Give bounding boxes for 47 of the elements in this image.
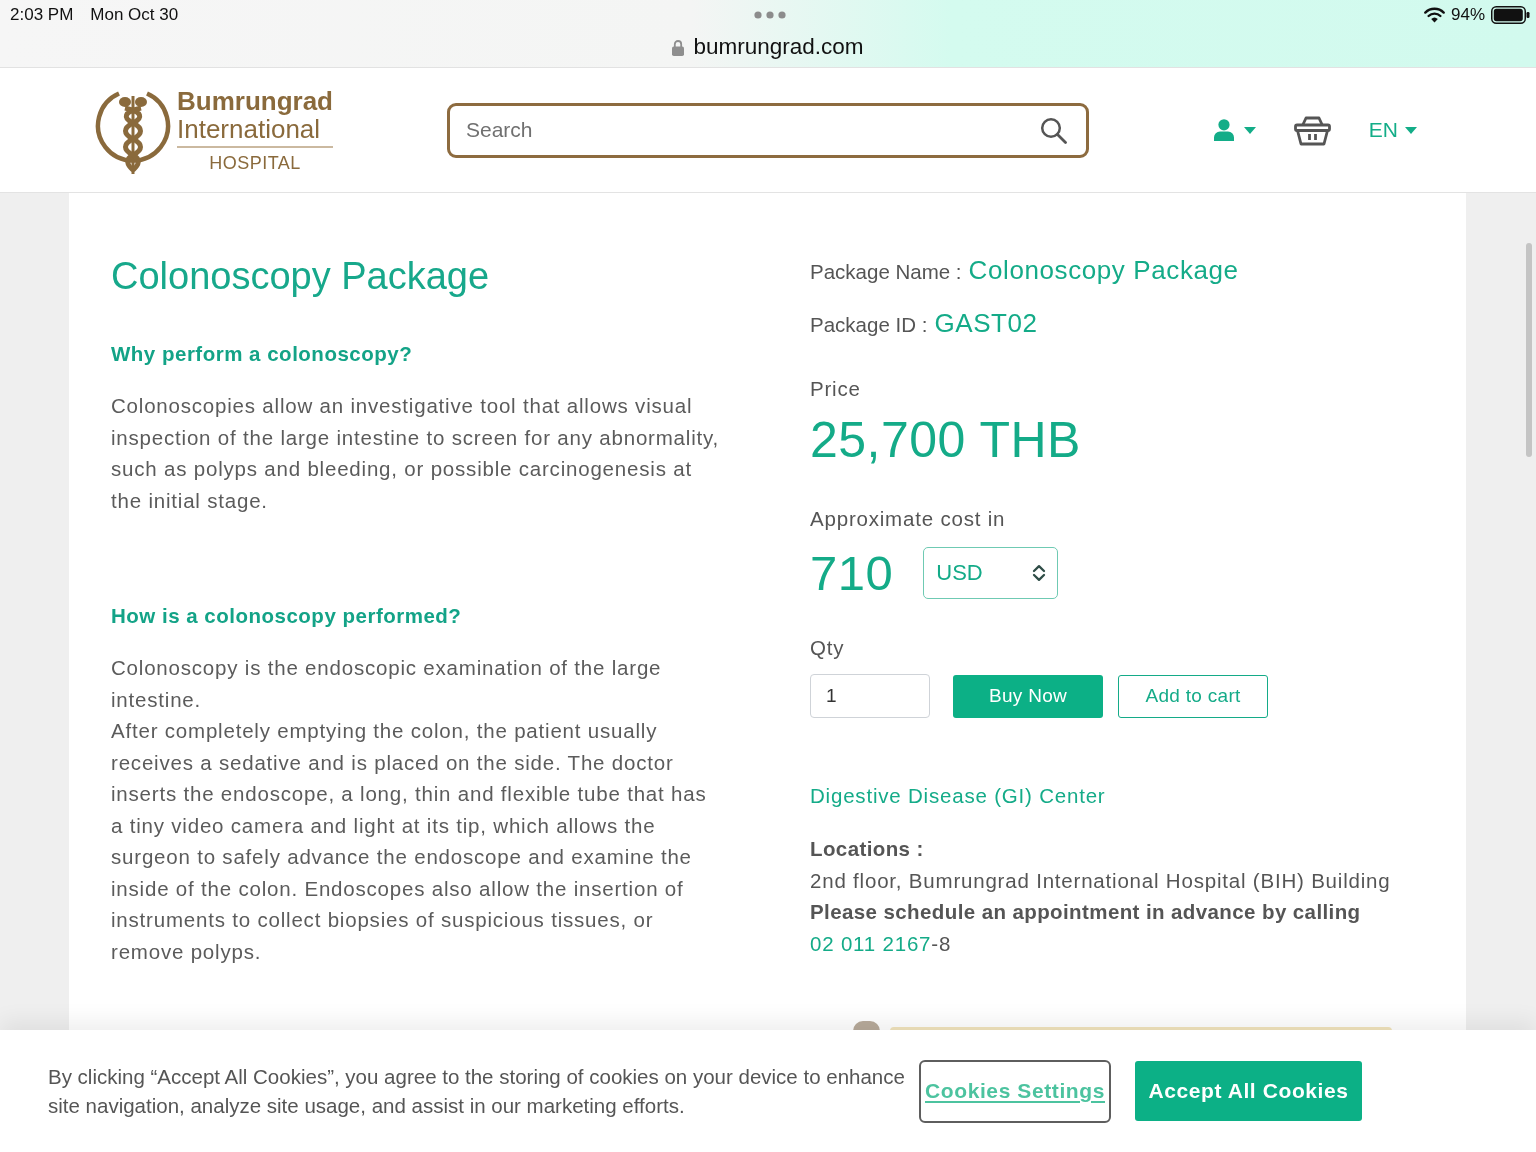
qty-label: Qty — [810, 635, 846, 661]
caret-icon[interactable] — [1243, 126, 1256, 134]
converted-price: 710 — [810, 545, 894, 602]
body-paragraph: Colonoscopies allow an investigative tool that allows visual inspection of the large intestine to screen for any abnormality, such as polyps and bleeding, or possible carcinogenesis at the initial stage. — [111, 393, 721, 514]
user-icon[interactable] — [1213, 119, 1234, 141]
status-date: Mon Oct 30 — [90, 5, 179, 25]
appointment-note: Please schedule an appointment in advance by calling 02 011 2167-8 — [810, 899, 1362, 957]
center-link[interactable]: Digestive Disease (GI) Center — [810, 782, 1466, 810]
price-value: 25,700 THB — [810, 411, 1082, 469]
scrollbar[interactable] — [1526, 243, 1532, 457]
currency-select[interactable]: USD — [923, 547, 1059, 599]
price-label: Price — [810, 376, 862, 402]
up-down-chevron-icon — [1031, 563, 1048, 583]
approx-cost-label: Approximate cost in — [810, 506, 1007, 532]
basket-icon[interactable] — [1293, 114, 1331, 146]
search-icon[interactable] — [1040, 116, 1067, 144]
logo-name: Bumrungrad — [177, 86, 333, 115]
more-dots-icon[interactable] — [754, 11, 786, 19]
status-time: 2:03 PM — [10, 5, 74, 25]
add-to-cart-button[interactable]: Add to cart — [1118, 674, 1268, 718]
cookie-settings-button[interactable]: Cookies Settings — [919, 1059, 1111, 1123]
package-name-label: Package Name : — [810, 259, 962, 285]
accept-cookies-button[interactable]: Accept All Cookies — [1135, 1061, 1362, 1121]
wifi-icon — [1423, 7, 1445, 23]
package-id-value: GAST02 — [934, 307, 1038, 340]
search-field[interactable]: Search — [447, 102, 1089, 158]
battery-percent: 94% — [1450, 5, 1485, 25]
caret-icon[interactable] — [1405, 126, 1417, 134]
language-selector[interactable]: EN — [1368, 118, 1398, 142]
section-heading: How is a colonoscopy performed? — [111, 603, 463, 629]
logo-tagline: HOSPITAL — [209, 151, 301, 174]
lock-icon — [672, 38, 685, 56]
url-text[interactable]: bumrungrad.com — [693, 34, 864, 60]
cookie-notice-text: By clicking “Accept All Cookies”, you agree to the storing of cookies on your device to enhance site navigation, analyze site usage, and assist in our marketing efforts. — [48, 1064, 906, 1119]
qty-input[interactable]: 1 — [810, 674, 930, 718]
logo-subtitle: International — [177, 114, 321, 143]
package-id-label: Package ID : — [810, 312, 928, 338]
buy-now-button[interactable]: Buy Now — [953, 674, 1103, 718]
package-name-value: Colonoscopy Package — [968, 254, 1239, 287]
body-paragraph: After completely emptying the colon, the patient usually receives a sedative and is placed on the side. The doctor inserts the endoscope, a long, thin and flexible tube that has a tiny video camera and light at its tip, which allows the surgeon to safely advance the endoscope and examine the inside of the colon. Endoscopes also allow the insertion of instruments to collect biopsies of suspicious tissues, or remove polyps. — [111, 718, 708, 965]
section-heading: Why perform a colonoscopy? — [111, 341, 414, 367]
location-text: 2nd floor, Bumrungrad International Hospital (BIH) Building — [810, 867, 1392, 894]
page-title: Colonoscopy Package — [111, 254, 491, 299]
locations-label: Locations : — [810, 836, 925, 862]
body-paragraph: Colonoscopy is the endoscopic examination of the large intestine. — [111, 655, 663, 713]
battery-icon — [1491, 6, 1530, 24]
phone-link[interactable]: 02 011 2167 — [810, 931, 932, 955]
